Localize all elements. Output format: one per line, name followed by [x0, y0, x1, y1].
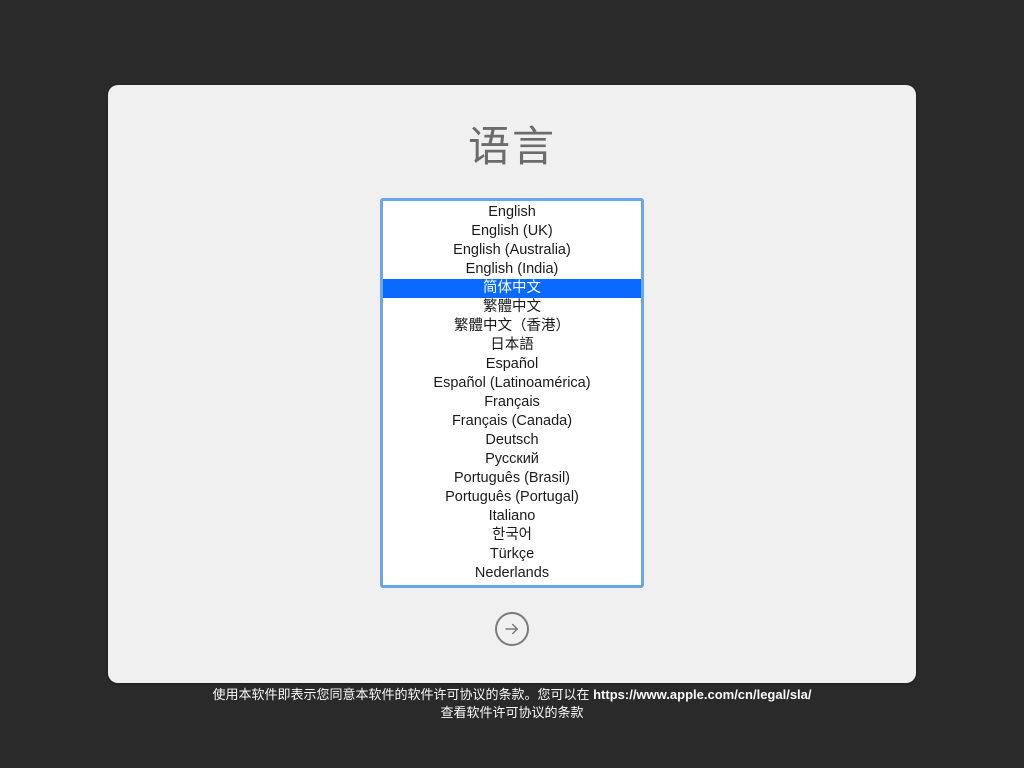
language-option[interactable]: 简体中文 [383, 279, 641, 298]
language-option[interactable]: 繁體中文 [383, 298, 641, 317]
language-option[interactable]: English (UK) [383, 222, 641, 241]
continue-button[interactable] [495, 612, 529, 646]
license-footer: 使用本软件即表示您同意本软件的软件许可协议的条款。您可以在 https://ww… [0, 686, 1024, 722]
license-text: 使用本软件即表示您同意本软件的软件许可协议的条款。您可以在 [212, 687, 593, 702]
arrow-right-icon [503, 620, 521, 638]
language-option[interactable]: English (India) [383, 260, 641, 279]
language-option[interactable]: Nederlands [383, 564, 641, 583]
language-option[interactable]: English [383, 203, 641, 222]
language-option[interactable]: 日本語 [383, 336, 641, 355]
language-option[interactable]: Italiano [383, 507, 641, 526]
language-option[interactable]: 한국어 [383, 526, 641, 545]
language-option[interactable]: Français [383, 393, 641, 412]
language-option[interactable]: Türkçe [383, 545, 641, 564]
license-line2: 查看软件许可协议的条款 [0, 704, 1024, 722]
setup-panel: 语言 EnglishEnglish (UK)English (Australia… [108, 85, 916, 683]
page-title: 语言 [468, 113, 556, 174]
language-option[interactable]: Português (Portugal) [383, 488, 641, 507]
language-option[interactable]: 繁體中文（香港） [383, 317, 641, 336]
language-option[interactable]: Español [383, 355, 641, 374]
language-option[interactable]: Français (Canada) [383, 412, 641, 431]
language-option[interactable]: English (Australia) [383, 241, 641, 260]
language-option[interactable]: Русский [383, 450, 641, 469]
language-option[interactable]: Português (Brasil) [383, 469, 641, 488]
license-url[interactable]: https://www.apple.com/cn/legal/sla/ [593, 687, 811, 702]
language-option[interactable]: Español (Latinoamérica) [383, 374, 641, 393]
language-listbox[interactable]: EnglishEnglish (UK)English (Australia)En… [383, 201, 641, 585]
language-option[interactable]: Deutsch [383, 431, 641, 450]
license-line1: 使用本软件即表示您同意本软件的软件许可协议的条款。您可以在 https://ww… [0, 686, 1024, 704]
language-listbox-frame: EnglishEnglish (UK)English (Australia)En… [380, 198, 644, 588]
